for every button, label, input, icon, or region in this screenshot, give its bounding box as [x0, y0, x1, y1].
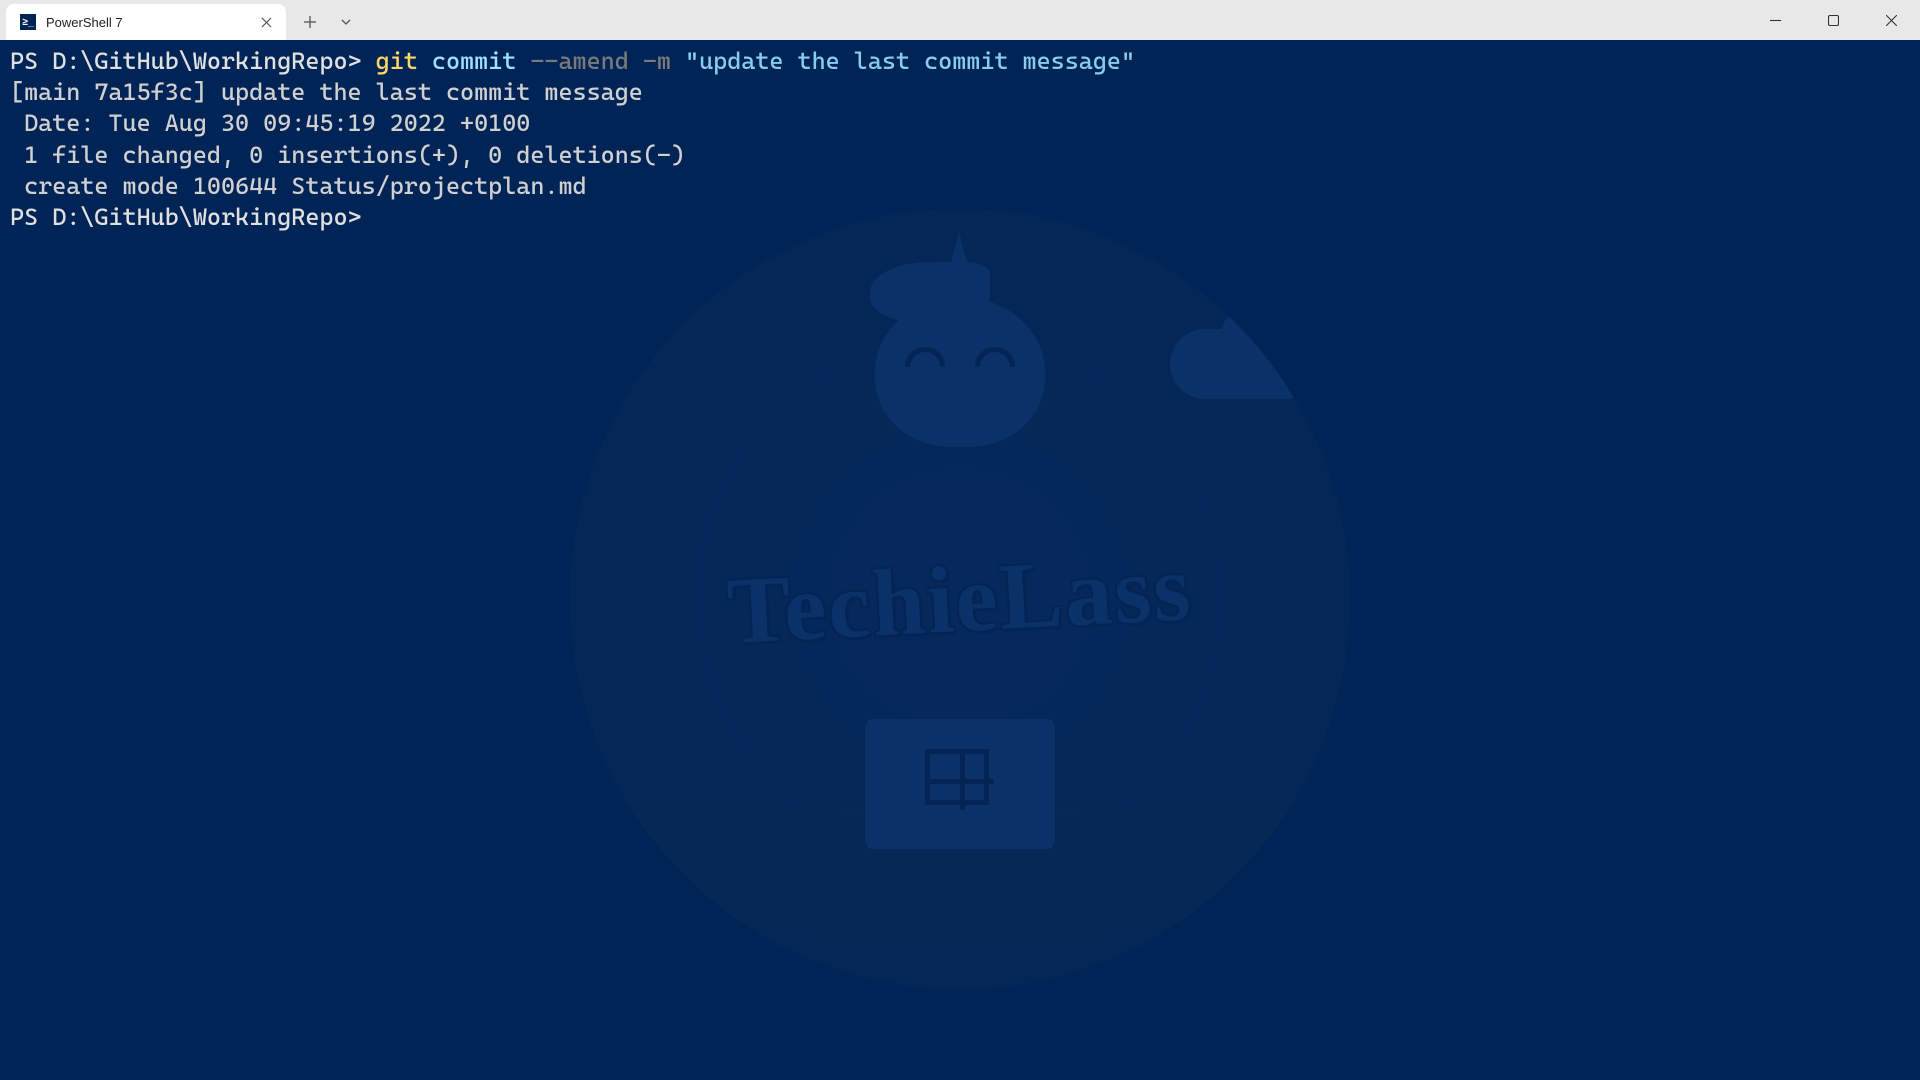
output-line: create mode 100644 Status/projectplan.md	[10, 172, 587, 200]
command-flag-amend: --amend	[530, 47, 628, 75]
watermark-text: TechieLass	[725, 532, 1195, 666]
prompt: PS D:\GitHub\WorkingRepo>	[10, 47, 376, 75]
prompt: PS D:\GitHub\WorkingRepo>	[10, 203, 376, 231]
minimize-icon	[1770, 15, 1781, 26]
background-watermark: TechieLass	[570, 209, 1350, 989]
terminal-pane[interactable]: TechieLass PS D:\GitHub\WorkingRepo> git…	[0, 40, 1920, 1080]
output-line: 1 file changed, 0 insertions(+), 0 delet…	[10, 141, 685, 169]
plus-icon	[304, 16, 316, 28]
maximize-icon	[1828, 15, 1839, 26]
powershell-icon: ≥_	[20, 14, 36, 30]
output-line: Date: Tue Aug 30 09:45:19 2022 +0100	[10, 109, 530, 137]
minimize-button[interactable]	[1746, 0, 1804, 40]
command-flag-m: -m	[629, 47, 685, 75]
command-git: git	[376, 47, 418, 75]
close-icon	[261, 17, 272, 28]
close-window-button[interactable]	[1862, 0, 1920, 40]
maximize-button[interactable]	[1804, 0, 1862, 40]
new-tab-button[interactable]	[292, 4, 328, 40]
tab-dropdown-button[interactable]	[328, 4, 364, 40]
tab-title: PowerShell 7	[46, 15, 248, 30]
command-subcommand: commit	[418, 47, 531, 75]
close-tab-button[interactable]	[258, 14, 274, 30]
close-icon	[1886, 15, 1897, 26]
output-line: [main 7a15f3c] update the last commit me…	[10, 78, 643, 106]
tab-powershell[interactable]: ≥_ PowerShell 7	[6, 4, 286, 40]
window-controls	[1746, 0, 1920, 40]
title-bar: ≥_ PowerShell 7	[0, 0, 1920, 40]
command-string: "update the last commit message"	[685, 47, 1135, 75]
terminal-output: PS D:\GitHub\WorkingRepo> git commit --a…	[0, 40, 1920, 239]
chevron-down-icon	[341, 19, 351, 25]
